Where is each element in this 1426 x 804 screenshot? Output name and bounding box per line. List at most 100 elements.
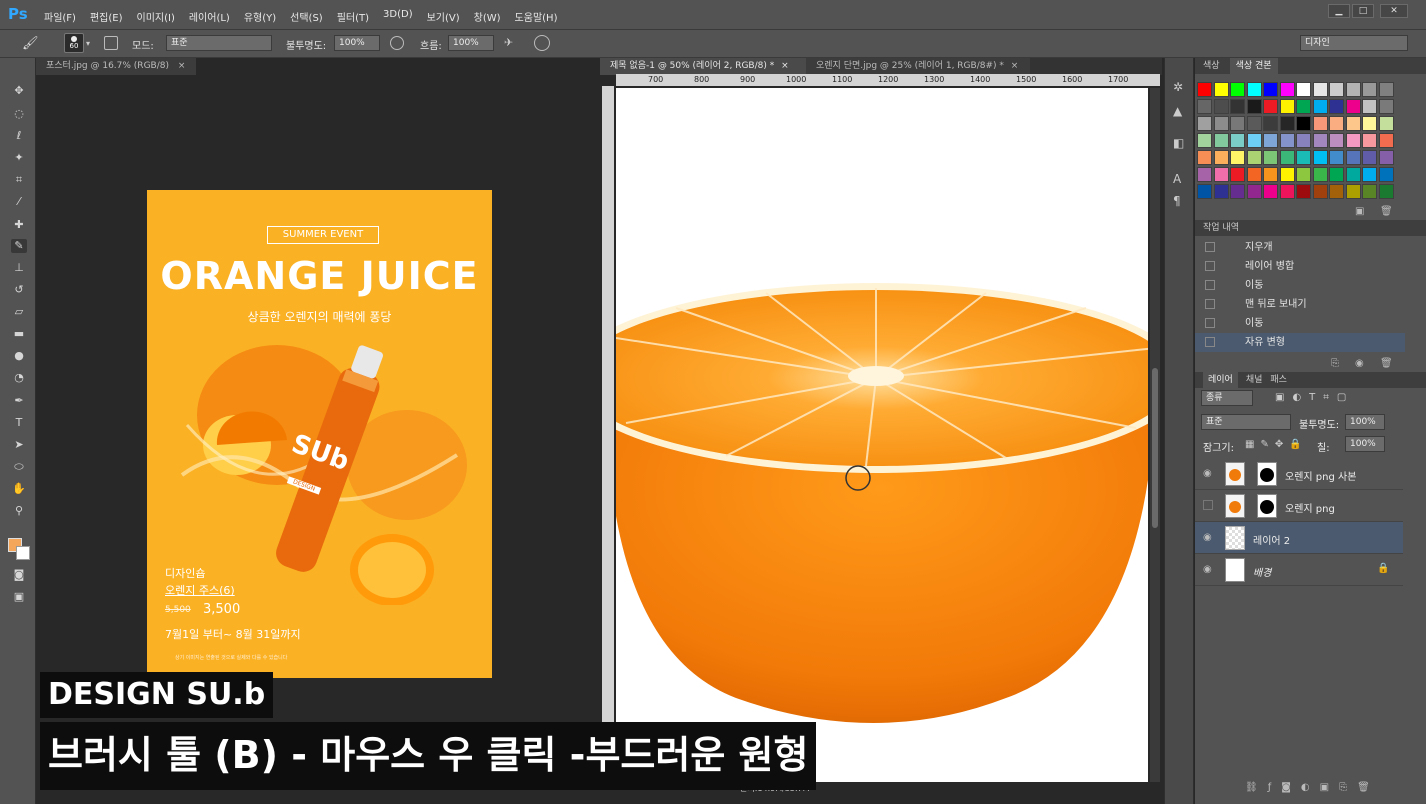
color-swatch[interactable] bbox=[1362, 99, 1377, 114]
snapshot-camera-icon[interactable]: ◉ bbox=[1355, 358, 1364, 369]
character-icon[interactable]: A bbox=[1173, 172, 1181, 186]
dodge-tool-icon[interactable]: ◔ bbox=[11, 371, 27, 385]
color-swatch[interactable] bbox=[1197, 116, 1212, 131]
history-item[interactable]: 맨 뒤로 보내기 bbox=[1195, 295, 1405, 314]
color-swatch[interactable] bbox=[1296, 99, 1311, 114]
color-swatch[interactable] bbox=[1329, 82, 1344, 97]
color-swatch[interactable] bbox=[1345, 133, 1361, 148]
history-item[interactable]: 지우개 bbox=[1195, 238, 1405, 257]
color-swatch[interactable] bbox=[1197, 167, 1212, 182]
color-swatch[interactable] bbox=[1246, 82, 1262, 97]
color-swatch[interactable] bbox=[1378, 150, 1394, 165]
flow-input[interactable]: 100% bbox=[448, 35, 494, 51]
color-swatch[interactable] bbox=[1246, 167, 1262, 182]
color-swatch[interactable] bbox=[1197, 184, 1212, 199]
airbrush-icon[interactable]: ✈ bbox=[504, 36, 518, 50]
opacity-input[interactable]: 100% bbox=[334, 35, 380, 51]
trash-icon[interactable]: 🗑 bbox=[1380, 206, 1393, 217]
workspace-select[interactable]: 디자인 bbox=[1300, 35, 1408, 51]
new-swatch-icon[interactable]: ▣ bbox=[1355, 206, 1364, 217]
healing-brush-tool-icon[interactable]: ✚ bbox=[11, 218, 27, 232]
layer-opacity-input[interactable]: 100% bbox=[1345, 414, 1385, 430]
menu-window[interactable]: 창(W) bbox=[474, 9, 501, 24]
zoom-tool-icon[interactable]: ⚲ bbox=[11, 504, 27, 518]
layer-row-selected[interactable]: ◉ 레이어 2 bbox=[1195, 522, 1403, 554]
color-swatch[interactable] bbox=[1378, 82, 1394, 97]
blend-mode-select[interactable]: 표준 bbox=[1201, 414, 1291, 430]
tab-swatches[interactable]: 색상 견본 bbox=[1229, 58, 1278, 74]
eye-icon[interactable]: ◉ bbox=[1203, 468, 1212, 479]
brush-tool-icon[interactable]: 🖌 bbox=[22, 36, 42, 52]
color-swatch[interactable] bbox=[1263, 150, 1278, 165]
history-item[interactable]: 이동 bbox=[1195, 314, 1405, 333]
color-swatch[interactable] bbox=[1279, 133, 1295, 148]
layer-panel-actions[interactable]: ⛓ƒ◙◐▣⎘🗑 bbox=[1245, 782, 1380, 793]
color-swatch[interactable] bbox=[1230, 99, 1245, 114]
tab-channels[interactable]: 채널 bbox=[1246, 372, 1263, 388]
menu-3d[interactable]: 3D(D) bbox=[383, 9, 413, 24]
path-select-tool-icon[interactable]: ➤ bbox=[11, 438, 27, 452]
color-swatch[interactable] bbox=[1329, 184, 1344, 199]
tab-color[interactable]: 색상 bbox=[1203, 58, 1220, 74]
color-swatch[interactable] bbox=[1279, 82, 1295, 97]
marquee-tool-icon[interactable]: ◌ bbox=[11, 107, 27, 121]
chevron-down-icon[interactable]: ▾ bbox=[86, 39, 94, 48]
color-swatch[interactable] bbox=[1230, 133, 1245, 148]
color-swatch[interactable] bbox=[1296, 116, 1311, 131]
color-swatch[interactable] bbox=[1329, 99, 1344, 114]
new-document-icon[interactable]: ⎘ bbox=[1331, 358, 1339, 369]
quick-select-tool-icon[interactable]: ✦ bbox=[11, 151, 27, 165]
tab-orange-section[interactable]: 오렌지 단면.jpg @ 25% (레이어 1, RGB/8#) * × bbox=[806, 58, 1030, 75]
gradient-tool-icon[interactable]: ▬ bbox=[11, 327, 27, 341]
color-swatch[interactable] bbox=[1213, 82, 1229, 97]
tab-history[interactable]: 작업 내역 bbox=[1203, 223, 1239, 233]
brush-preset-picker[interactable]: 60 bbox=[64, 33, 84, 53]
color-swatch[interactable] bbox=[1312, 99, 1328, 114]
color-swatch[interactable] bbox=[1213, 99, 1229, 114]
menu-type[interactable]: 유형(Y) bbox=[244, 9, 276, 24]
paragraph-icon[interactable]: ¶ bbox=[1173, 194, 1181, 208]
brush-tool-icon[interactable]: ✎ bbox=[11, 239, 27, 253]
swatch-grid[interactable] bbox=[1197, 82, 1407, 206]
type-tool-icon[interactable]: T bbox=[11, 416, 27, 430]
tab-poster[interactable]: 포스터.jpg @ 16.7% (RGB/8) × bbox=[36, 58, 196, 75]
color-swatch[interactable] bbox=[1197, 150, 1212, 165]
layer-row[interactable]: ◉ 오렌지 png 사본 bbox=[1195, 458, 1403, 490]
color-swatch[interactable] bbox=[1378, 184, 1394, 199]
vertical-scrollbar[interactable] bbox=[1150, 88, 1160, 782]
color-swatch[interactable] bbox=[1362, 82, 1377, 97]
color-swatch[interactable] bbox=[1312, 184, 1328, 199]
eraser-tool-icon[interactable]: ▱ bbox=[11, 305, 27, 319]
fill-input[interactable]: 100% bbox=[1345, 436, 1385, 452]
color-swatch[interactable] bbox=[1362, 133, 1377, 148]
color-swatch[interactable] bbox=[1345, 99, 1361, 114]
close-icon[interactable]: × bbox=[781, 61, 789, 71]
menu-filter[interactable]: 필터(T) bbox=[337, 9, 369, 24]
color-swatch[interactable] bbox=[1230, 82, 1245, 97]
color-swatch[interactable] bbox=[1263, 82, 1278, 97]
close-icon[interactable]: × bbox=[178, 61, 186, 71]
histogram-icon[interactable]: ▲ bbox=[1173, 104, 1182, 118]
visibility-toggle[interactable] bbox=[1203, 500, 1213, 510]
color-swatch[interactable] bbox=[1329, 116, 1344, 131]
layer-mask-thumbnail[interactable] bbox=[1257, 494, 1277, 518]
color-swatch[interactable] bbox=[1296, 82, 1311, 97]
color-swatch[interactable] bbox=[1312, 150, 1328, 165]
color-swatch[interactable] bbox=[1246, 116, 1262, 131]
color-swatch[interactable] bbox=[1230, 167, 1245, 182]
menu-file[interactable]: 파일(F) bbox=[44, 9, 76, 24]
tab-paths[interactable]: 패스 bbox=[1270, 372, 1287, 388]
color-swatch[interactable] bbox=[1378, 116, 1394, 131]
color-swatch[interactable] bbox=[1263, 133, 1278, 148]
eye-icon[interactable]: ◉ bbox=[1203, 564, 1212, 575]
color-swatch[interactable] bbox=[1230, 184, 1245, 199]
minimize-button[interactable]: ▁ bbox=[1328, 4, 1350, 18]
color-swatch[interactable] bbox=[1279, 116, 1295, 131]
color-swatch[interactable] bbox=[1312, 82, 1328, 97]
color-swatch[interactable] bbox=[1197, 99, 1212, 114]
color-swatch[interactable] bbox=[1279, 150, 1295, 165]
color-swatch[interactable] bbox=[1312, 167, 1328, 182]
color-swatch[interactable] bbox=[1230, 116, 1245, 131]
color-swatch[interactable] bbox=[1197, 82, 1212, 97]
close-icon[interactable]: × bbox=[1011, 61, 1019, 71]
